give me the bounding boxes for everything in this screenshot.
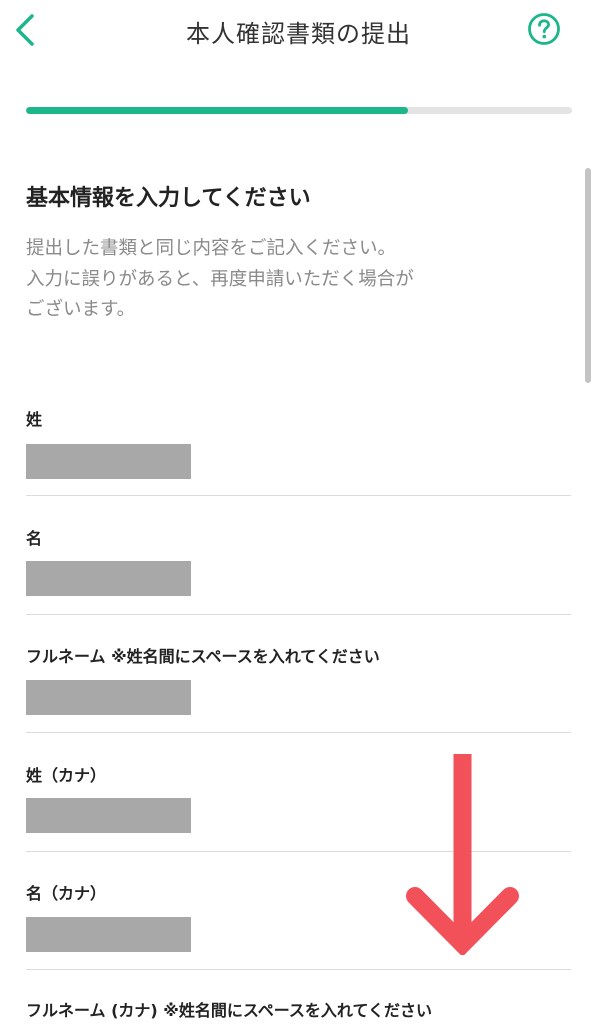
divider: [26, 495, 571, 496]
first-name-value-redacted[interactable]: [26, 561, 191, 596]
first-name-kana-value-redacted[interactable]: [26, 917, 191, 952]
last-name-value-redacted[interactable]: [26, 444, 191, 479]
header: 本人確認書類の提出: [0, 0, 597, 70]
field-label: フルネーム ※姓名間にスペースを入れてください: [26, 647, 380, 666]
description-line: 提出した書類と同じ内容をご記入ください。: [26, 238, 397, 259]
section-heading: 基本情報を入力してください: [26, 186, 311, 211]
last-name-kana-value-redacted[interactable]: [26, 798, 191, 833]
field-label: 名: [26, 529, 43, 548]
arrow-down-icon: [406, 754, 519, 955]
divider: [26, 969, 571, 970]
progress-bar: [26, 107, 572, 114]
description-line: 入力に誤りがあると、再度申請いただく場合が: [26, 268, 414, 290]
progress-bar-fill: [26, 107, 409, 114]
field-label: 姓: [26, 410, 43, 429]
page-title: 本人確認書類の提出: [186, 20, 411, 48]
divider: [26, 614, 571, 615]
question-circle-icon: [528, 13, 560, 45]
help-button[interactable]: [527, 12, 561, 46]
full-name-value-redacted[interactable]: [26, 680, 191, 715]
divider: [26, 732, 571, 733]
scrollbar[interactable]: [585, 168, 591, 383]
field-label: フルネーム (カナ) ※姓名間にスペースを入れてください: [26, 1001, 432, 1020]
field-label: 名（カナ）: [26, 884, 107, 903]
description: 提出した書類と同じ内容をご記入ください。 入力に誤りがあると、再度申請いただく場…: [26, 234, 546, 326]
field-label: 姓（カナ）: [26, 766, 107, 785]
description-line: ございます。: [26, 299, 136, 321]
